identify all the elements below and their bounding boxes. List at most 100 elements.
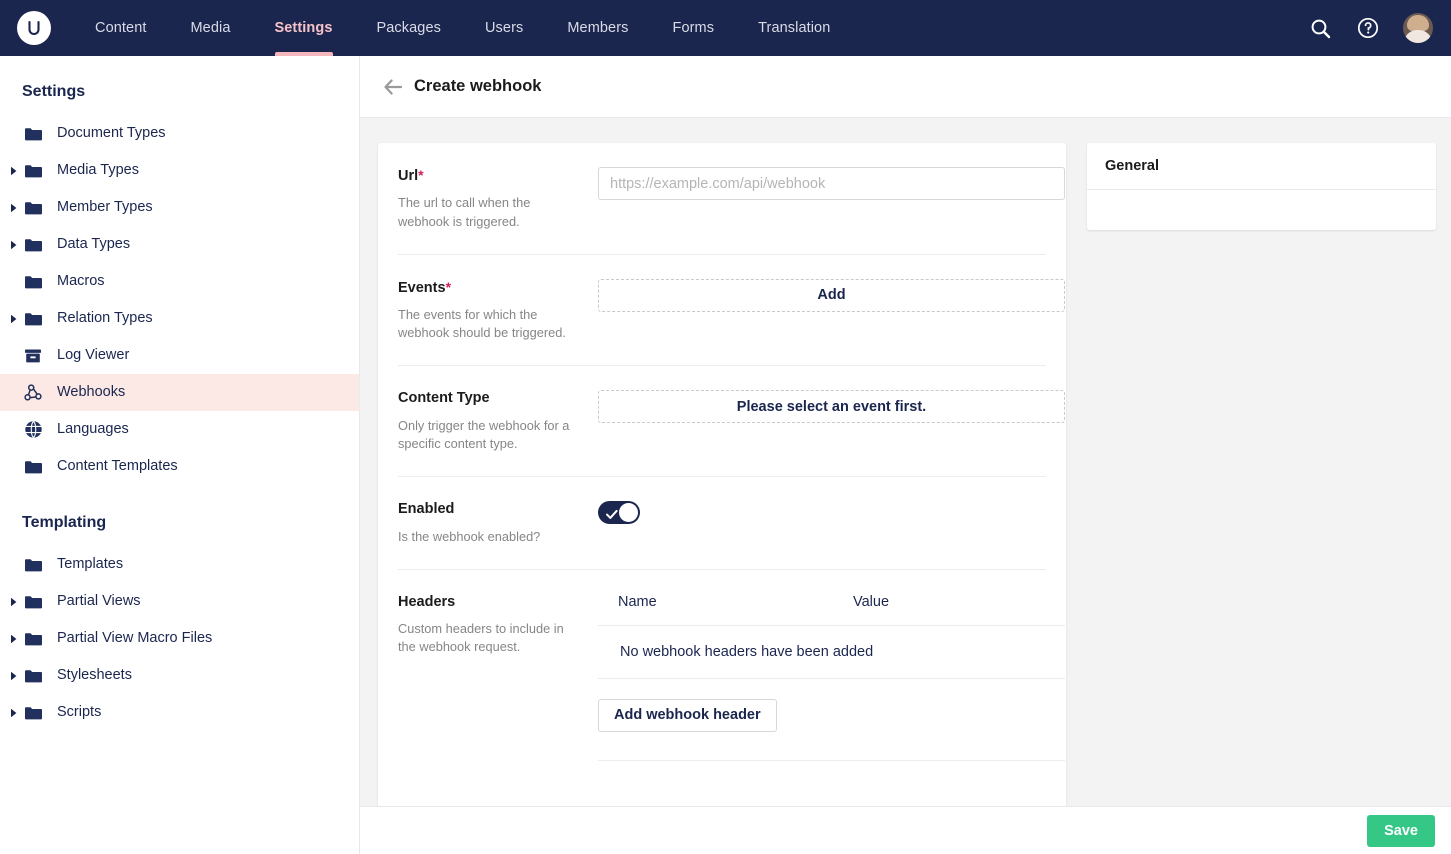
- label-text: Content Type: [398, 390, 582, 407]
- chevron-right-icon[interactable]: [8, 239, 20, 251]
- form-row-content-type: Content Type Only trigger the webhook fo…: [398, 366, 1046, 477]
- sidebar-item-label: Partial Views: [57, 594, 141, 609]
- sidebar-item-partial-view-macro-files[interactable]: Partial View Macro Files: [0, 620, 359, 657]
- sidebar-item-templates[interactable]: Templates: [0, 546, 359, 583]
- chevron-right-icon[interactable]: [8, 707, 20, 719]
- events-label: Events: [398, 280, 446, 296]
- form-row-events: Events* The events for which the webhook…: [398, 255, 1046, 367]
- nav-item-content[interactable]: Content: [73, 0, 169, 56]
- sidebar-section-title-settings: Settings: [0, 56, 359, 101]
- sidebar-item-partial-views[interactable]: Partial Views: [0, 583, 359, 620]
- label-text: Url*: [398, 167, 582, 185]
- label-text: Events*: [398, 279, 582, 297]
- sidebar-tree-templating: Templates Partial Views Partial View Mac…: [0, 546, 359, 731]
- headers-label: Headers: [398, 594, 455, 610]
- sidebar-item-media-types[interactable]: Media Types: [0, 152, 359, 189]
- sidebar-item-label: Data Types: [57, 237, 130, 252]
- folder-icon: [22, 665, 44, 687]
- content-body: Url* The url to call when the webhook is…: [360, 118, 1451, 806]
- form-control-events: Add: [598, 279, 1065, 343]
- folder-icon: [22, 271, 44, 293]
- sidebar-item-label: Content Templates: [57, 459, 178, 474]
- nav-label: Translation: [758, 20, 830, 36]
- label-text: Headers: [398, 594, 582, 611]
- content-type-label: Content Type: [398, 390, 490, 406]
- top-navigation-bar: Content Media Settings Packages Users Me…: [0, 0, 1451, 56]
- add-webhook-header-button[interactable]: Add webhook header: [598, 699, 777, 732]
- chevron-right-icon[interactable]: [8, 165, 20, 177]
- check-icon: [606, 507, 618, 525]
- headers-description: Custom headers to include in the webhook…: [398, 620, 582, 656]
- sidebar-item-content-templates[interactable]: Content Templates: [0, 448, 359, 485]
- archive-icon: [22, 345, 44, 367]
- sidebar-item-relation-types[interactable]: Relation Types: [0, 300, 359, 337]
- main-content: Create webhook Url* The url to call when…: [360, 56, 1451, 854]
- url-label: Url: [398, 168, 418, 184]
- content-type-description: Only trigger the webhook for a specific …: [398, 417, 582, 453]
- sidebar-item-label: Languages: [57, 422, 129, 437]
- form-control-headers: Name Value No webhook headers have been …: [598, 594, 1065, 790]
- form-control-url: [598, 167, 1065, 231]
- save-button[interactable]: Save: [1367, 815, 1435, 847]
- chevron-right-icon[interactable]: [8, 670, 20, 682]
- settings-sidebar: Settings Document Types Media Types: [0, 56, 360, 854]
- nav-item-forms[interactable]: Forms: [651, 0, 737, 56]
- chevron-right-icon[interactable]: [8, 633, 20, 645]
- sidebar-item-languages[interactable]: Languages: [0, 411, 359, 448]
- enabled-label: Enabled: [398, 501, 454, 517]
- form-label-url: Url* The url to call when the webhook is…: [398, 167, 598, 231]
- nav-label: Members: [567, 20, 628, 36]
- required-marker: *: [446, 279, 451, 295]
- footer-action-bar: Save: [360, 806, 1451, 854]
- nav-item-media[interactable]: Media: [169, 0, 253, 56]
- folder-icon: [22, 554, 44, 576]
- folder-icon: [22, 456, 44, 478]
- nav-item-users[interactable]: Users: [463, 0, 545, 56]
- form-control-content-type: Please select an event first.: [598, 390, 1065, 453]
- chevron-right-icon[interactable]: [8, 202, 20, 214]
- nav-item-members[interactable]: Members: [545, 0, 650, 56]
- enabled-toggle[interactable]: [598, 501, 640, 524]
- nav-label: Packages: [377, 20, 441, 36]
- toggle-knob: [619, 503, 638, 522]
- sidebar-item-scripts[interactable]: Scripts: [0, 694, 359, 731]
- form-row-enabled: Enabled Is the webhook enabled?: [398, 477, 1046, 570]
- url-input[interactable]: [598, 167, 1065, 200]
- sidebar-item-member-types[interactable]: Member Types: [0, 189, 359, 226]
- chevron-right-icon[interactable]: [8, 313, 20, 325]
- chevron-right-icon[interactable]: [8, 596, 20, 608]
- back-arrow-icon[interactable]: [380, 74, 406, 100]
- folder-icon: [22, 160, 44, 182]
- sidebar-item-stylesheets[interactable]: Stylesheets: [0, 657, 359, 694]
- sidebar-item-data-types[interactable]: Data Types: [0, 226, 359, 263]
- general-panel-title: General: [1087, 143, 1436, 190]
- folder-icon: [22, 702, 44, 724]
- label-text: Enabled: [398, 501, 582, 518]
- headers-empty-message: No webhook headers have been added: [598, 626, 1065, 679]
- add-events-button[interactable]: Add: [598, 279, 1065, 312]
- folder-icon: [22, 308, 44, 330]
- nav-label: Content: [95, 20, 147, 36]
- nav-item-translation[interactable]: Translation: [736, 0, 852, 56]
- avatar[interactable]: [1403, 13, 1433, 43]
- url-description: The url to call when the webhook is trig…: [398, 194, 582, 230]
- sidebar-section-title-templating: Templating: [0, 485, 359, 532]
- sidebar-item-label: Media Types: [57, 163, 139, 178]
- sidebar-item-label: Member Types: [57, 200, 153, 215]
- sidebar-item-document-types[interactable]: Document Types: [0, 115, 359, 152]
- sidebar-item-macros[interactable]: Macros: [0, 263, 359, 300]
- column-header-value: Value: [853, 594, 889, 610]
- nav-label: Forms: [673, 20, 715, 36]
- form-label-content-type: Content Type Only trigger the webhook fo…: [398, 390, 598, 453]
- sidebar-item-log-viewer[interactable]: Log Viewer: [0, 337, 359, 374]
- umbraco-logo-icon[interactable]: [17, 11, 51, 45]
- nav-item-settings[interactable]: Settings: [253, 0, 355, 56]
- form-label-events: Events* The events for which the webhook…: [398, 279, 598, 343]
- search-icon[interactable]: [1307, 15, 1333, 41]
- nav-label: Media: [191, 20, 231, 36]
- help-circle-icon[interactable]: [1355, 15, 1381, 41]
- folder-icon: [22, 123, 44, 145]
- nav-item-packages[interactable]: Packages: [355, 0, 463, 56]
- sidebar-item-webhooks[interactable]: Webhooks: [0, 374, 359, 411]
- sidebar-item-label: Scripts: [57, 705, 101, 720]
